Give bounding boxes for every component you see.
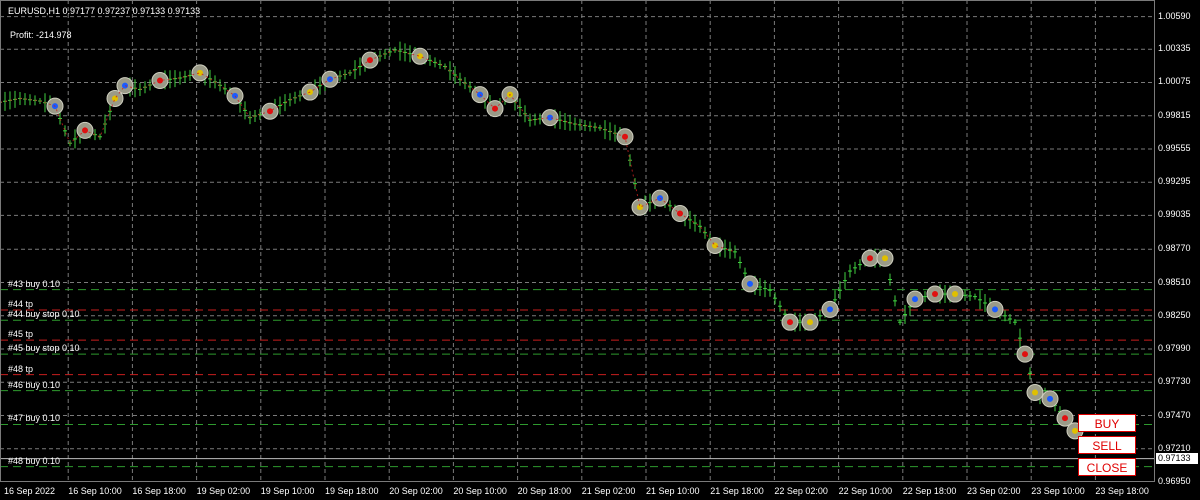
price-tick-label: 0.97470 <box>1158 409 1191 420</box>
trade-marker-dot <box>197 69 203 76</box>
trade-marker-dot <box>1047 395 1053 402</box>
order-line-label: #44 tp <box>8 299 34 310</box>
time-tick-label: 21 Sep 18:00 <box>710 486 764 496</box>
price-tick-label: 0.99035 <box>1158 209 1191 220</box>
price-tick-label: 0.97730 <box>1158 376 1191 387</box>
time-tick-label: 22 Sep 02:00 <box>774 486 828 496</box>
trade-marker-dot <box>932 291 938 298</box>
trade-marker-dot <box>952 291 958 298</box>
order-line-label: #46 buy 0.10 <box>8 379 61 390</box>
price-tick-label: 1.00075 <box>1158 76 1191 87</box>
price-tick-label: 0.98250 <box>1158 309 1191 320</box>
time-tick-label: 19 Sep 02:00 <box>196 486 251 496</box>
trade-marker-dot <box>827 306 833 313</box>
trade-marker-dot <box>267 108 273 115</box>
time-tick-label: 20 Sep 02:00 <box>389 486 443 496</box>
trade-marker-dot <box>1032 389 1038 396</box>
price-tick-label: 0.98510 <box>1158 276 1191 287</box>
price-tick-label: 0.99815 <box>1158 109 1191 120</box>
time-tick-label: 22 Sep 10:00 <box>838 486 893 496</box>
time-tick-label: 19 Sep 10:00 <box>260 486 315 496</box>
sell-button[interactable]: SELL <box>1078 436 1136 454</box>
time-tick-label: 16 Sep 2022 <box>4 486 56 496</box>
current-price-label: 0.97133 <box>1156 452 1198 464</box>
trade-connection-line <box>0 49 736 253</box>
time-axis: 16 Sep 2022 16 Sep 10:00 16 Sep 18:00 19 Se… <box>0 482 1155 500</box>
chart-border <box>0 0 1155 482</box>
time-tick-label: 16 Sep 18:00 <box>132 486 186 496</box>
time-tick-label: 21 Sep 02:00 <box>581 486 636 496</box>
price-tick-label: 1.00590 <box>1158 10 1191 21</box>
order-line-label: #45 buy stop 0.10 <box>8 343 80 354</box>
trade-marker-dot <box>477 91 483 98</box>
time-tick-label: 23 Sep 02:00 <box>967 486 1021 496</box>
price-tick-label: 0.99295 <box>1158 176 1191 187</box>
order-line-label: #44 buy stop 0.10 <box>8 309 80 320</box>
time-tick-label: 20 Sep 10:00 <box>453 486 507 496</box>
order-line-label: #47 buy 0.10 <box>8 413 61 424</box>
price-tick-label: 0.98770 <box>1158 243 1191 254</box>
time-tick-label: 21 Sep 10:00 <box>646 486 700 496</box>
trade-marker-dot <box>157 77 163 84</box>
price-axis: 1.00590 1.00335 1.00075 0.99815 0.99555 0.992… <box>1155 0 1200 500</box>
trade-marker-dot <box>232 92 238 99</box>
price-tick-label: 0.99555 <box>1158 142 1191 153</box>
symbol-info: EURUSD,H1 0.97177 0.97237 0.97133 0.9713… <box>8 6 201 16</box>
trade-marker-dot <box>867 255 873 262</box>
time-tick-label: 23 Sep 10:00 <box>1031 486 1085 496</box>
price-tick-label: 1.00335 <box>1158 43 1191 54</box>
chart-area[interactable]: EURUSD,H1 0.97177 0.97237 0.97133 0.9713… <box>0 0 1155 482</box>
trade-marker-dot <box>787 319 793 326</box>
price-tick-label: 0.97990 <box>1158 343 1191 354</box>
order-line-label: #48 tp <box>8 363 34 374</box>
time-tick-label: 19 Sep 18:00 <box>325 486 379 496</box>
order-line-label: #48 buy 0.10 <box>8 455 61 466</box>
time-tick-label: 22 Sep 18:00 <box>902 486 957 496</box>
time-tick-label: 20 Sep 18:00 <box>517 486 572 496</box>
trade-marker-dot <box>807 319 813 326</box>
buy-button[interactable]: BUY <box>1078 414 1136 432</box>
trade-marker-dot <box>1022 351 1028 358</box>
price-chart <box>0 0 1155 482</box>
close-button[interactable]: CLOSE <box>1078 458 1136 476</box>
trade-marker-dot <box>992 306 998 313</box>
time-tick-label: 23 Sep 18:00 <box>1095 486 1149 496</box>
price-tick-label: 0.96950 <box>1158 476 1191 486</box>
price-tick-label: 0.97210 <box>1158 442 1191 453</box>
trade-marker-dot <box>882 255 888 262</box>
trade-marker-dot <box>1062 415 1068 422</box>
order-line-label: #43 buy 0.10 <box>8 278 61 289</box>
order-line-label: #45 tp <box>8 329 34 340</box>
trade-marker-dot <box>747 280 753 287</box>
time-tick-label: 16 Sep 10:00 <box>68 486 122 496</box>
profit-info: Profit: -214.978 <box>10 30 72 40</box>
trade-marker-dot <box>912 296 918 303</box>
